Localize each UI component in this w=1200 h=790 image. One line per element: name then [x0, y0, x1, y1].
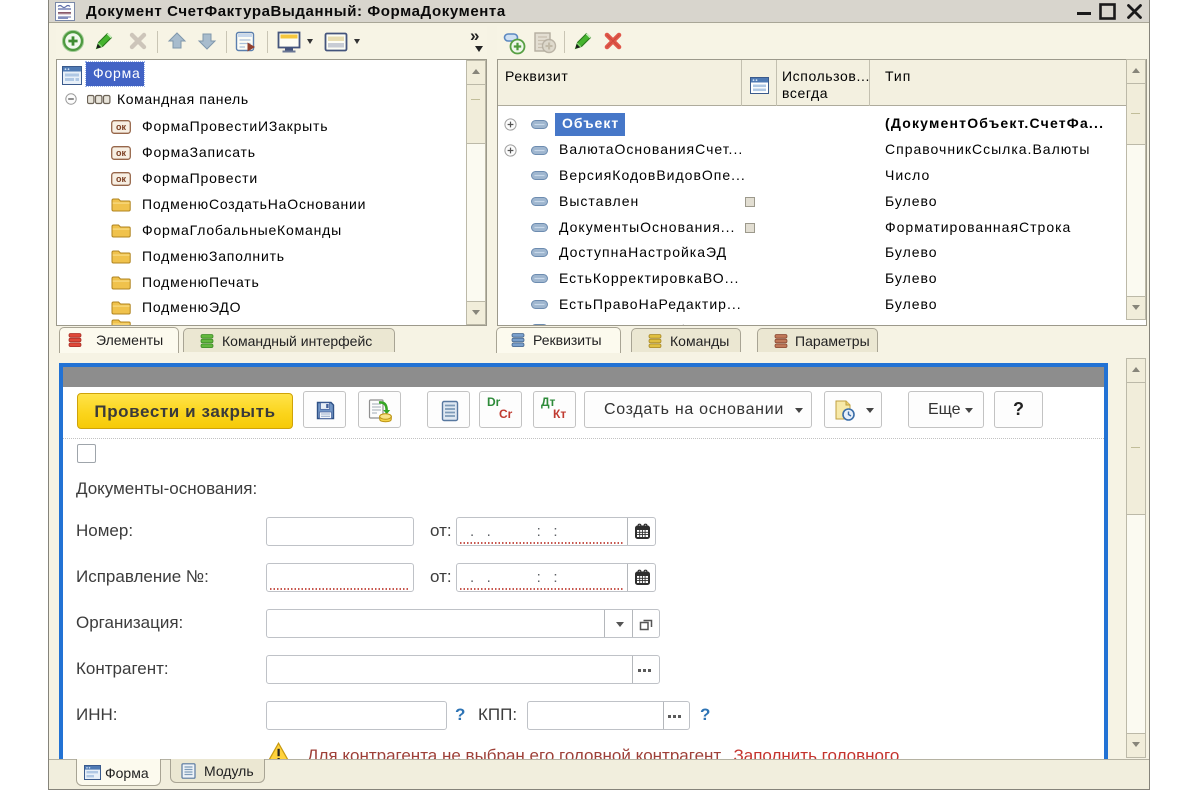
svg-text:ок: ок [116, 148, 126, 158]
svg-text:ок: ок [116, 174, 126, 184]
svg-text:ок: ок [116, 122, 126, 132]
